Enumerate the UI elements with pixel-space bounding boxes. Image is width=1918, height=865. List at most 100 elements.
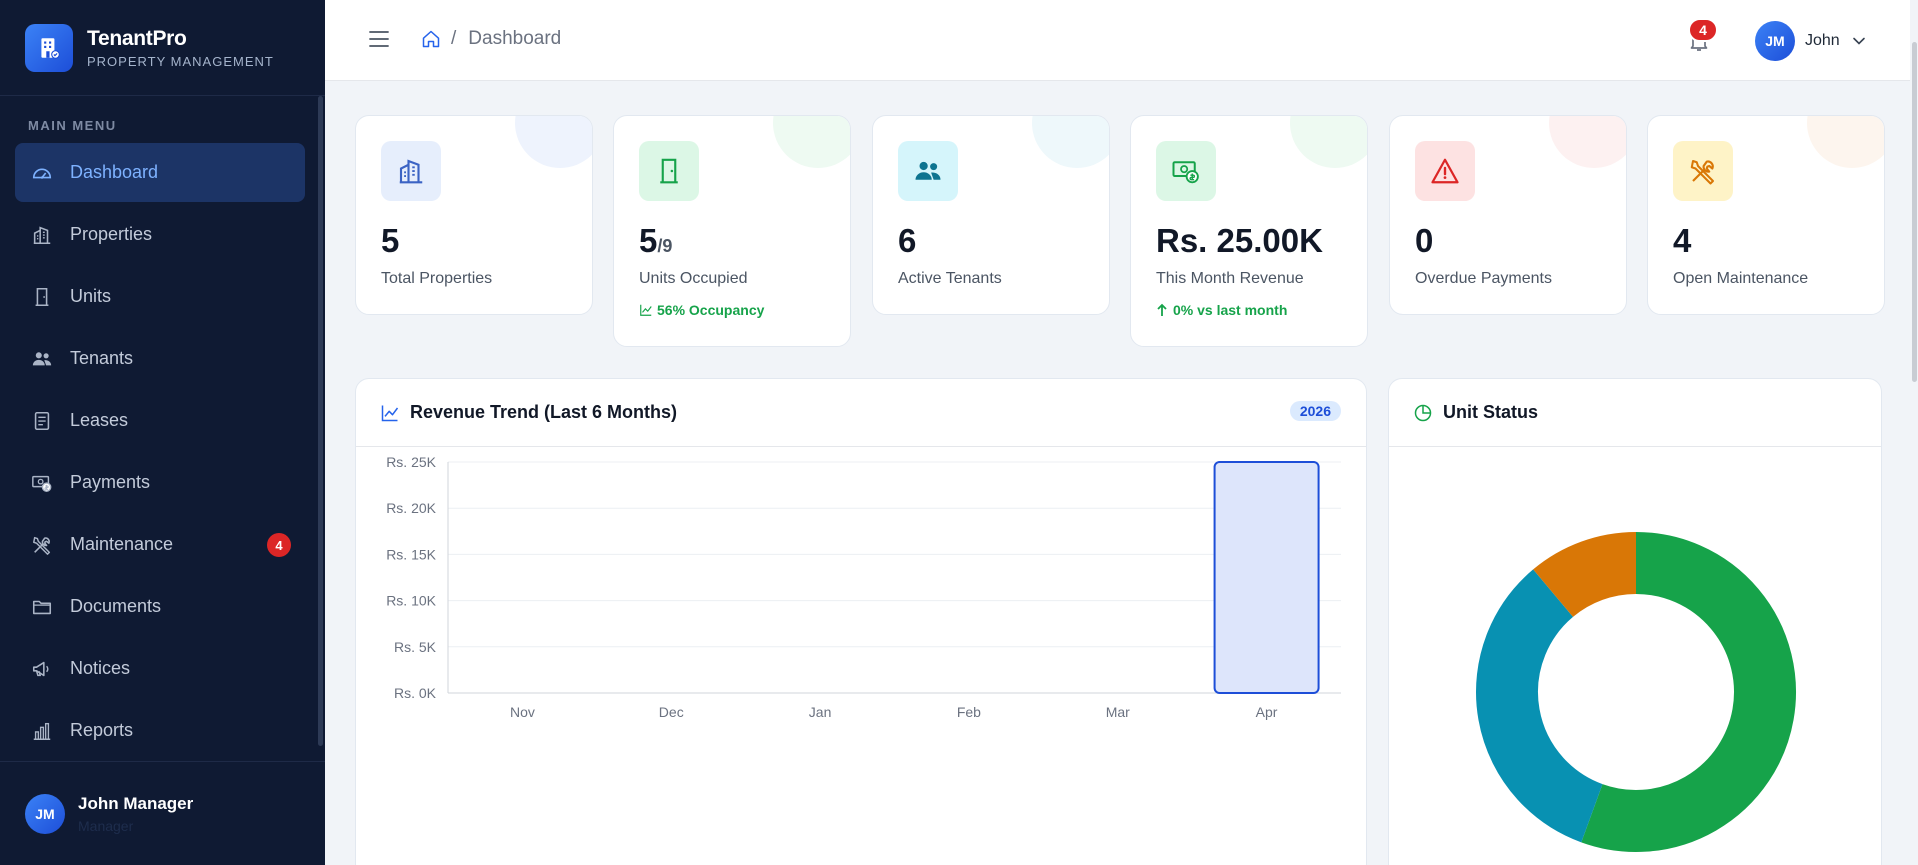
sidebar-item-label: Notices <box>70 658 131 678</box>
breadcrumb-separator: / <box>451 28 457 49</box>
chevron-down-icon <box>1852 34 1866 48</box>
trend-line-icon <box>639 303 657 317</box>
donut-slice-0[interactable] <box>1581 532 1796 852</box>
card-decoration <box>1807 116 1884 168</box>
home-icon[interactable] <box>421 29 441 49</box>
user-name: John <box>1805 32 1840 49</box>
notification-badge[interactable]: 4 <box>1688 18 1718 42</box>
y-tick-label: Rs. 0K <box>394 685 437 701</box>
users-icon <box>898 141 958 201</box>
sidebar-item-reports[interactable]: Reports <box>15 701 305 760</box>
door-icon <box>639 141 699 201</box>
sidebar-item-label: Tenants <box>70 348 134 368</box>
y-tick-label: Rs. 15K <box>386 546 436 562</box>
card-decoration <box>773 116 850 168</box>
cash-icon <box>30 471 54 495</box>
stat-label: Overdue Payments <box>1415 270 1552 287</box>
line-chart-icon <box>380 403 400 423</box>
unit-status-donut-chart <box>1476 532 1796 852</box>
sidebar-item-label: Properties <box>70 224 153 244</box>
main-menu: Dashboard Properties Units Tenants Leases Pay… <box>0 143 325 760</box>
donut-slice-1[interactable] <box>1476 569 1604 843</box>
card-decoration <box>515 116 592 168</box>
stat-value: 0 <box>1415 222 1434 259</box>
stat-card-this-month-revenue[interactable]: Rs. 25.00K This Month Revenue 0% vs last m… <box>1130 115 1368 347</box>
sidebar-item-notices[interactable]: Notices <box>15 639 305 698</box>
stat-value: 5/9 <box>639 222 673 259</box>
sidebar-user[interactable]: JM John Manager Manager <box>0 761 325 865</box>
avatar: JM <box>1755 21 1795 61</box>
y-tick-label: Rs. 10K <box>386 593 436 609</box>
stat-trend: 56% Occupancy <box>639 302 764 318</box>
sidebar-item-label: Units <box>70 286 112 306</box>
revenue-bar-chart: Rs. 0K Rs. 5K Rs. 10K Rs. 15K Rs. 20K Rs. 25K… <box>386 454 1341 720</box>
card-decoration <box>1032 116 1109 168</box>
sidebar-item-payments[interactable]: Payments <box>15 453 305 512</box>
bar-chart-icon <box>30 719 54 743</box>
y-tick-label: Rs. 20K <box>386 500 436 516</box>
stat-card-active-tenants[interactable]: 6 Active Tenants <box>872 115 1110 315</box>
year-badge: 2026 <box>1289 401 1341 421</box>
building-icon <box>381 141 441 201</box>
arrow-up-icon <box>1156 303 1173 317</box>
revenue-trend-header: Revenue Trend (Last 6 Months) <box>356 379 1366 447</box>
megaphone-icon <box>30 657 54 681</box>
menu-heading: MAIN MENU <box>28 118 117 133</box>
stat-card-open-maintenance[interactable]: 4 Open Maintenance <box>1647 115 1885 315</box>
pie-chart-icon <box>1413 403 1433 423</box>
stat-label: Open Maintenance <box>1673 270 1809 287</box>
cash-icon <box>1156 141 1216 201</box>
brand[interactable]: TenantPro PROPERTY MANAGEMENT <box>0 0 325 96</box>
sidebar-item-properties[interactable]: Properties <box>15 205 305 264</box>
donut-slice-2[interactable] <box>1533 532 1638 618</box>
stat-trend: 0% vs last month <box>1156 302 1287 318</box>
sidebar-item-units[interactable]: Units <box>15 267 305 326</box>
revenue-trend-card: Revenue Trend (Last 6 Months) 2026 Rs. 0… <box>355 378 1367 865</box>
topbar: / Dashboard 4 JM John <box>325 0 1918 81</box>
stat-value: Rs. 25.00K <box>1156 222 1323 259</box>
stat-label: Total Properties <box>381 270 493 287</box>
x-tick-label: Jan <box>809 704 832 720</box>
document-icon <box>30 409 54 433</box>
sidebar-item-maintenance[interactable]: Maintenance 4 <box>15 515 305 574</box>
x-tick-label: Mar <box>1106 704 1130 720</box>
tools-icon <box>1673 141 1733 201</box>
stat-label: Units Occupied <box>639 270 748 287</box>
x-tick-label: Nov <box>510 704 535 720</box>
users-icon <box>30 347 54 371</box>
stat-value: 5 <box>381 222 400 259</box>
sidebar-item-label: Maintenance <box>70 534 174 554</box>
stat-card-total-properties[interactable]: 5 Total Properties <box>355 115 593 315</box>
menu-toggle-icon[interactable] <box>369 30 389 48</box>
sidebar-item-label: Documents <box>70 596 162 616</box>
sidebar-item-label: Reports <box>70 720 134 740</box>
tools-icon <box>30 533 54 557</box>
y-tick-label: Rs. 5K <box>394 639 437 655</box>
stat-card-units-occupied[interactable]: 5/9 Units Occupied 56% Occupancy <box>613 115 851 347</box>
sidebar-item-leases[interactable]: Leases <box>15 391 305 450</box>
x-tick-label: Feb <box>957 704 981 720</box>
revenue-trend-title: Revenue Trend (Last 6 Months) <box>410 402 678 422</box>
sidebar-user-role: Manager <box>78 817 134 834</box>
breadcrumb: / Dashboard <box>421 28 561 50</box>
sidebar-item-dashboard[interactable]: Dashboard <box>15 143 305 202</box>
sidebar-item-label: Dashboard <box>70 162 159 182</box>
page-scrollbar-thumb[interactable] <box>1912 42 1917 382</box>
maintenance-count-badge: 4 <box>267 533 291 557</box>
user-menu[interactable]: JM John <box>1755 21 1866 61</box>
bar-apr <box>1213 461 1320 694</box>
sidebar-item-label: Leases <box>70 410 129 430</box>
sidebar-item-tenants[interactable]: Tenants <box>15 329 305 388</box>
warning-icon <box>1415 141 1475 201</box>
folder-icon <box>30 595 54 619</box>
unit-status-header: Unit Status <box>1389 379 1881 447</box>
stat-label: This Month Revenue <box>1156 270 1304 287</box>
page-scrollbar[interactable] <box>1910 0 1918 865</box>
stat-value: 4 <box>1673 222 1692 259</box>
sidebar-scrollbar[interactable] <box>318 96 323 746</box>
x-tick-label: Apr <box>1256 704 1278 720</box>
stat-suffix: /9 <box>657 236 673 256</box>
stat-card-overdue-payments[interactable]: 0 Overdue Payments <box>1389 115 1627 315</box>
sidebar-item-documents[interactable]: Documents <box>15 577 305 636</box>
card-decoration <box>1290 116 1367 168</box>
